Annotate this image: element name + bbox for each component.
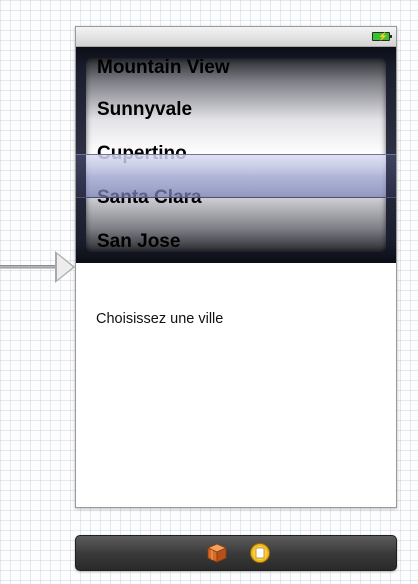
segue-arrowhead-fill [57, 254, 73, 280]
first-responder-cube-icon[interactable] [206, 542, 228, 564]
segue-line [0, 265, 58, 269]
status-bar: ⚡ [76, 27, 396, 47]
selection-left-cap [76, 155, 86, 197]
view-controller-icon[interactable] [249, 542, 271, 564]
city-picker-view[interactable]: Mountain View Sunnyvale Cupertino Santa … [76, 47, 396, 263]
picker-selection-indicator [76, 154, 396, 198]
choose-city-label: Choisissez une ville [96, 311, 224, 327]
lightning-bolt-icon: ⚡ [378, 32, 388, 41]
picker-row-sunnyvale[interactable]: Sunnyvale [97, 88, 192, 132]
picker-row-mountain-view[interactable]: Mountain View [97, 58, 230, 90]
picker-row-san-jose[interactable]: San Jose [97, 220, 180, 252]
selection-gloss [86, 155, 386, 175]
initial-segue-arrow[interactable] [0, 251, 76, 283]
battery-charging-icon: ⚡ [372, 32, 392, 41]
view-controller-scene[interactable]: ⚡ Mountain View Sunnyvale Cupertino Sant… [75, 26, 397, 508]
scene-dock [75, 535, 397, 571]
selection-right-cap [386, 155, 396, 197]
